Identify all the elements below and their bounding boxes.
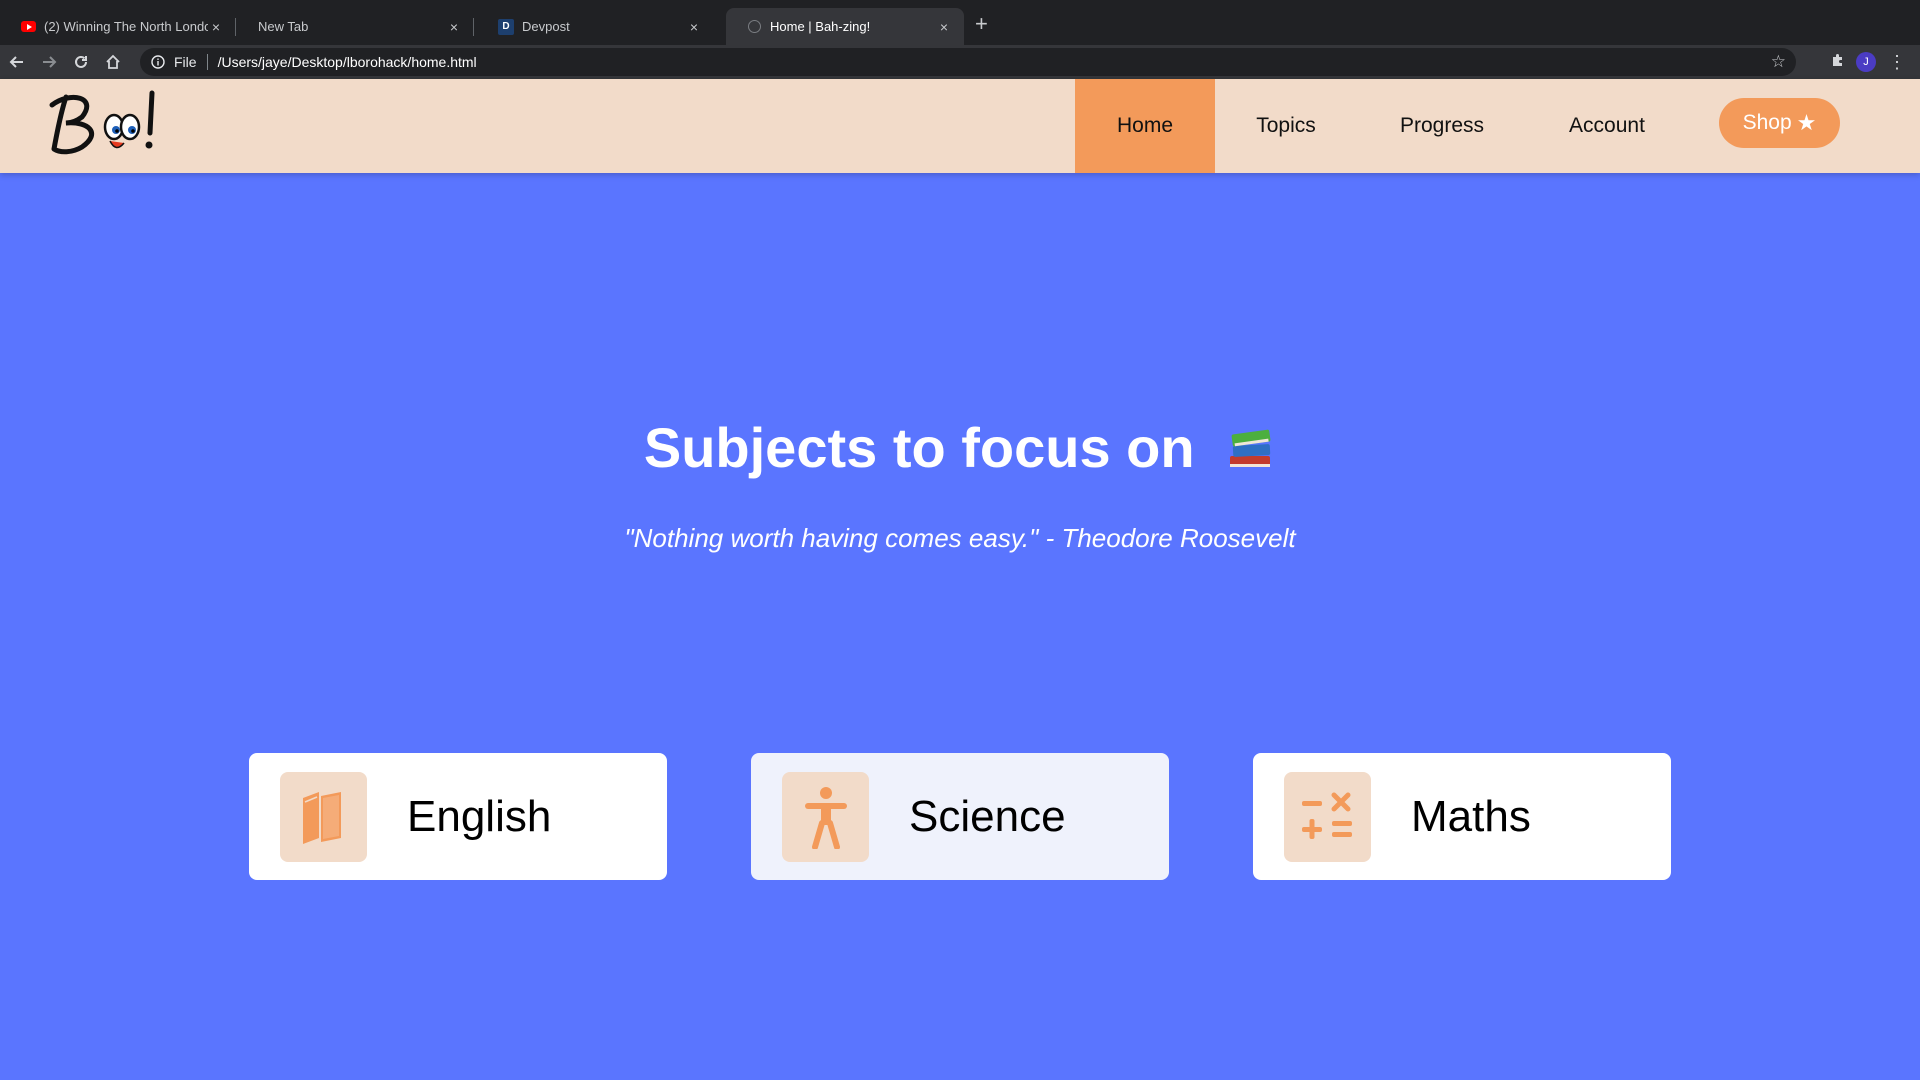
browser-tab-strip: (2) Winning The North London × New Tab ×… <box>0 0 1920 45</box>
profile-avatar[interactable]: J <box>1856 52 1876 72</box>
youtube-icon <box>20 19 36 35</box>
kebab-menu-icon[interactable]: ⋮ <box>1888 52 1906 73</box>
home-icon[interactable] <box>98 47 128 77</box>
tab-close-icon[interactable]: × <box>686 19 702 35</box>
quote-text: "Nothing worth having comes easy." - The… <box>624 523 1296 553</box>
forward-arrow-icon[interactable] <box>34 47 64 77</box>
tab-devpost[interactable]: D Devpost × <box>478 8 714 45</box>
shop-label: Shop <box>1742 111 1792 134</box>
subject-card-maths[interactable]: Maths <box>1253 753 1671 880</box>
tab-close-icon[interactable]: × <box>208 19 224 35</box>
tab-close-icon[interactable]: × <box>936 19 952 35</box>
book-icon <box>280 771 367 862</box>
nav-progress[interactable]: Progress <box>1357 79 1527 173</box>
new-tab-button[interactable]: + <box>975 12 988 36</box>
back-arrow-icon[interactable] <box>2 47 32 77</box>
subject-label: Maths <box>1411 791 1531 841</box>
reload-icon[interactable] <box>66 47 96 77</box>
tab-title: (2) Winning The North London <box>44 19 208 34</box>
tab-close-icon[interactable]: × <box>446 19 462 35</box>
subject-card-science[interactable]: Science <box>751 753 1169 880</box>
tab-title: Home | Bah-zing! <box>770 19 871 34</box>
info-icon[interactable] <box>150 54 166 70</box>
subject-card-english[interactable]: English <box>249 753 667 880</box>
devpost-icon: D <box>498 18 514 35</box>
nav-home[interactable]: Home <box>1075 79 1215 173</box>
books-icon <box>1230 429 1271 468</box>
address-bar[interactable]: File /Users/jaye/Desktop/lborohack/home.… <box>140 48 1796 76</box>
main-nav: Home Topics Progress Account <box>1075 79 1687 173</box>
page-title-text: Subjects to focus on <box>643 416 1195 479</box>
nav-topics[interactable]: Topics <box>1215 79 1357 173</box>
extensions-puzzle-icon[interactable] <box>1830 52 1846 73</box>
bookmark-star-icon[interactable]: ☆ <box>1771 52 1786 72</box>
address-url[interactable]: /Users/jaye/Desktop/lborohack/home.html <box>218 54 477 70</box>
globe-icon <box>746 19 762 35</box>
calculator-icon <box>1284 771 1371 862</box>
shop-button[interactable]: Shop ★ <box>1719 98 1840 148</box>
tab-title: Devpost <box>522 19 570 34</box>
tab-new-tab[interactable]: New Tab × <box>238 8 474 45</box>
boo-logo[interactable] <box>40 87 170 163</box>
tab-title: New Tab <box>258 19 309 34</box>
subject-label: English <box>407 791 552 841</box>
subject-label: Science <box>909 791 1066 841</box>
person-icon <box>782 771 869 862</box>
nav-account[interactable]: Account <box>1527 79 1687 173</box>
site-header: Home Topics Progress Account Shop ★ <box>0 79 1920 173</box>
star-icon: ★ <box>1796 110 1817 135</box>
page-title: Subjects to focus on <box>0 415 1920 480</box>
tab-home-bahzing[interactable]: Home | Bah-zing! × <box>726 8 964 45</box>
tab-youtube[interactable]: (2) Winning The North London × <box>0 8 236 45</box>
browser-toolbar: File /Users/jaye/Desktop/lborohack/home.… <box>0 45 1920 79</box>
address-scheme: File <box>174 54 197 70</box>
